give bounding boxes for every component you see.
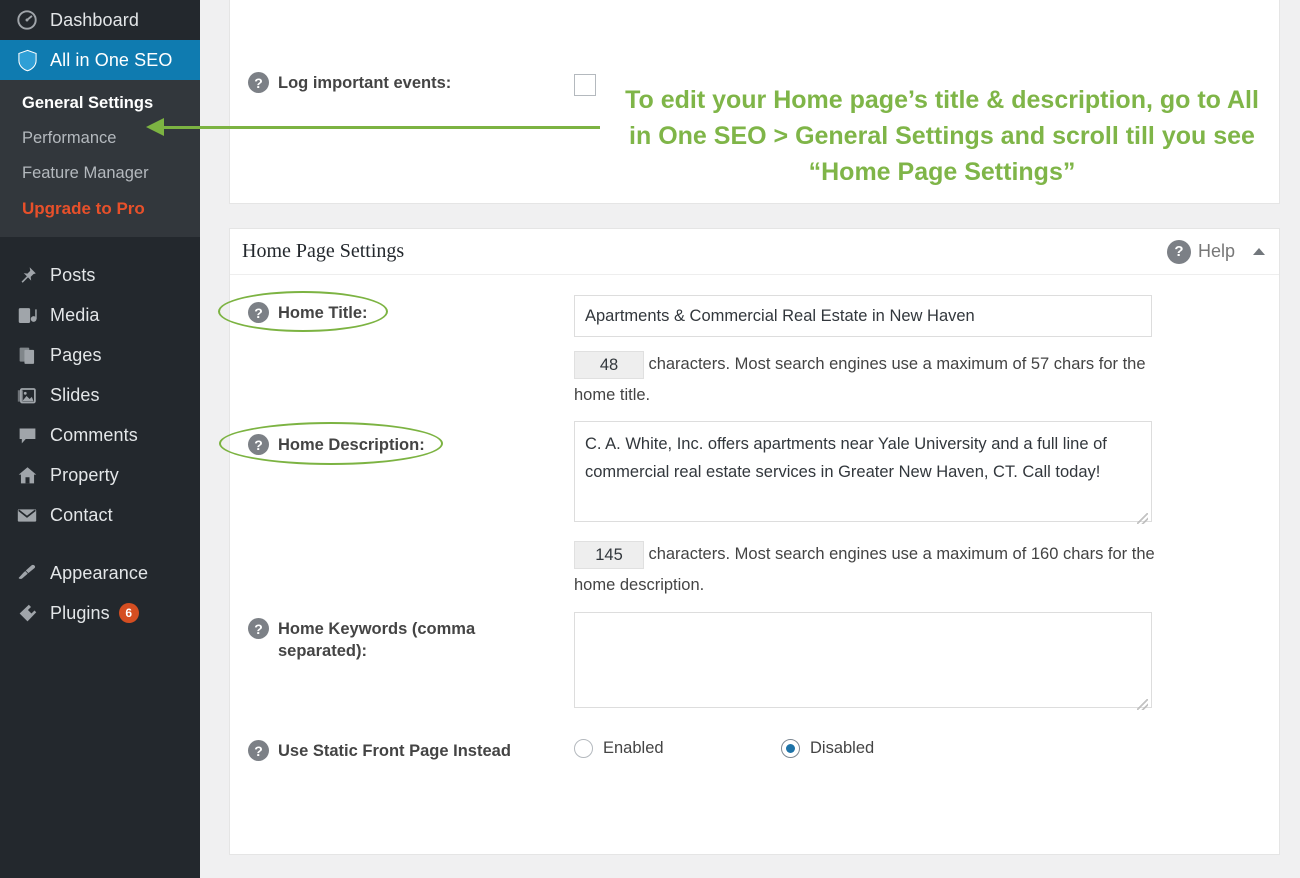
sidebar-item-label: Plugins — [50, 602, 110, 623]
sidebar-divider-1 — [0, 237, 200, 255]
sidebar-item-appearance[interactable]: Appearance — [0, 553, 200, 593]
textarea-resize-handle[interactable] — [1137, 513, 1148, 524]
home-title-label-group: ? Home Title: — [248, 302, 368, 324]
radio-enabled-icon[interactable] — [574, 739, 593, 758]
sidebar-item-posts[interactable]: Posts — [0, 255, 200, 295]
all-in-one-seo-submenu: General Settings Performance Feature Man… — [0, 80, 200, 237]
slides-icon — [10, 385, 44, 406]
pages-icon — [10, 345, 44, 366]
home-description-hint: characters. Most search engines use a ma… — [574, 545, 1155, 594]
sidebar-item-pages[interactable]: Pages — [0, 335, 200, 375]
sidebar-item-label: Property — [50, 464, 119, 485]
brush-icon — [10, 563, 44, 584]
home-title-char-count: 48 — [574, 350, 644, 379]
plug-icon — [10, 603, 44, 624]
home-description-row: ? Home Description: — [248, 434, 425, 456]
home-description-label-group: ? Home Description: — [248, 434, 425, 456]
submenu-item-upgrade-to-pro[interactable]: Upgrade to Pro — [0, 191, 200, 227]
static-front-page-label: Use Static Front Page Instead — [278, 742, 511, 760]
sidebar-item-contact[interactable]: Contact — [0, 495, 200, 535]
help-tooltip-icon[interactable]: ? — [248, 72, 269, 93]
radio-disabled-label: Disabled — [810, 739, 875, 757]
static-front-page-row: ? Use Static Front Page Instead — [248, 740, 511, 762]
help-icon: ? — [1166, 239, 1191, 264]
admin-sidebar: Dashboard All in One SEO General Setting… — [0, 0, 200, 878]
home-keywords-label: Home Keywords (comma separated): — [278, 620, 476, 660]
pin-icon — [10, 265, 44, 286]
help-tooltip-icon[interactable]: ? — [248, 740, 269, 761]
sidebar-item-property[interactable]: Property — [0, 455, 200, 495]
home-page-settings-header: Home Page Settings ? Help — [230, 229, 1279, 275]
help-button[interactable]: ? Help — [1166, 239, 1235, 264]
sidebar-divider-2 — [0, 535, 200, 553]
log-events-checkbox[interactable] — [574, 74, 596, 96]
submenu-item-feature-manager[interactable]: Feature Manager — [0, 156, 200, 191]
sidebar-item-dashboard[interactable]: Dashboard — [0, 0, 200, 40]
dashboard-icon — [10, 9, 44, 31]
home-title-label: Home Title: — [278, 304, 368, 322]
log-events-label-group: ? Log important events: — [248, 72, 451, 94]
home-keywords-field-wrap — [574, 612, 1152, 713]
sidebar-item-label: Media — [50, 304, 100, 325]
sidebar-item-label: Posts — [50, 264, 96, 285]
sidebar-item-label: Pages — [50, 344, 102, 365]
radio-enabled-label: Enabled — [603, 739, 664, 757]
help-tooltip-icon[interactable]: ? — [248, 302, 269, 323]
home-title-row: ? Home Title: — [248, 302, 368, 324]
radio-option-disabled[interactable]: Disabled — [781, 739, 874, 758]
home-keywords-label-group: ? Home Keywords (comma separated): — [248, 618, 508, 662]
page-title: Home Page Settings — [242, 240, 405, 262]
help-tooltip-icon[interactable]: ? — [248, 618, 269, 639]
static-front-page-options: Enabled Disabled — [574, 739, 874, 758]
sidebar-item-label: Dashboard — [50, 9, 139, 30]
home-keywords-row: ? Home Keywords (comma separated): — [248, 618, 508, 662]
log-events-row: ? Log important events: — [248, 72, 451, 94]
sidebar-item-slides[interactable]: Slides — [0, 375, 200, 415]
home-keywords-textarea[interactable] — [574, 612, 1152, 708]
home-description-textarea[interactable] — [574, 421, 1152, 522]
media-icon — [10, 305, 44, 326]
sidebar-item-label: Contact — [50, 504, 113, 525]
shield-icon — [10, 49, 44, 72]
sidebar-item-label: Appearance — [50, 562, 149, 583]
chevron-up-icon[interactable] — [1253, 248, 1265, 255]
home-page-settings-panel: Home Page Settings ? Help ? Home Title: … — [229, 228, 1280, 855]
annotation-arrow-head — [146, 118, 164, 136]
help-tooltip-icon[interactable]: ? — [248, 434, 269, 455]
sidebar-item-plugins[interactable]: Plugins 6 — [0, 593, 200, 633]
sidebar-item-comments[interactable]: Comments — [0, 415, 200, 455]
sidebar-item-label: Comments — [50, 424, 138, 445]
radio-option-enabled[interactable]: Enabled — [574, 739, 781, 758]
submenu-item-general-settings[interactable]: General Settings — [0, 86, 200, 121]
plugins-update-badge: 6 — [118, 603, 139, 623]
annotation-instruction-text: To edit your Home page’s title & descrip… — [625, 86, 1259, 186]
sidebar-item-media[interactable]: Media — [0, 295, 200, 335]
log-events-label: Log important events: — [278, 74, 452, 92]
sidebar-item-label: Slides — [50, 384, 100, 405]
help-label: Help — [1197, 241, 1235, 261]
home-icon — [10, 465, 44, 486]
home-title-field-wrap: 48 characters. Most search engines use a… — [574, 295, 1174, 411]
envelope-icon — [10, 505, 44, 526]
home-title-input[interactable] — [574, 295, 1152, 337]
static-front-page-label-group: ? Use Static Front Page Instead — [248, 740, 511, 762]
sidebar-item-all-in-one-seo[interactable]: All in One SEO — [0, 40, 200, 80]
home-title-hint: characters. Most search engines use a ma… — [574, 355, 1146, 404]
sidebar-item-label: All in One SEO — [50, 49, 173, 70]
comment-icon — [10, 425, 44, 446]
home-description-char-count: 145 — [574, 540, 644, 569]
log-events-checkbox-wrap — [574, 74, 596, 101]
annotation-arrow-line — [160, 126, 600, 129]
textarea-resize-handle[interactable] — [1137, 699, 1148, 710]
home-description-field-wrap: 145 characters. Most search engines use … — [574, 421, 1186, 601]
radio-disabled-icon[interactable] — [781, 739, 800, 758]
home-description-label: Home Description: — [278, 436, 425, 454]
